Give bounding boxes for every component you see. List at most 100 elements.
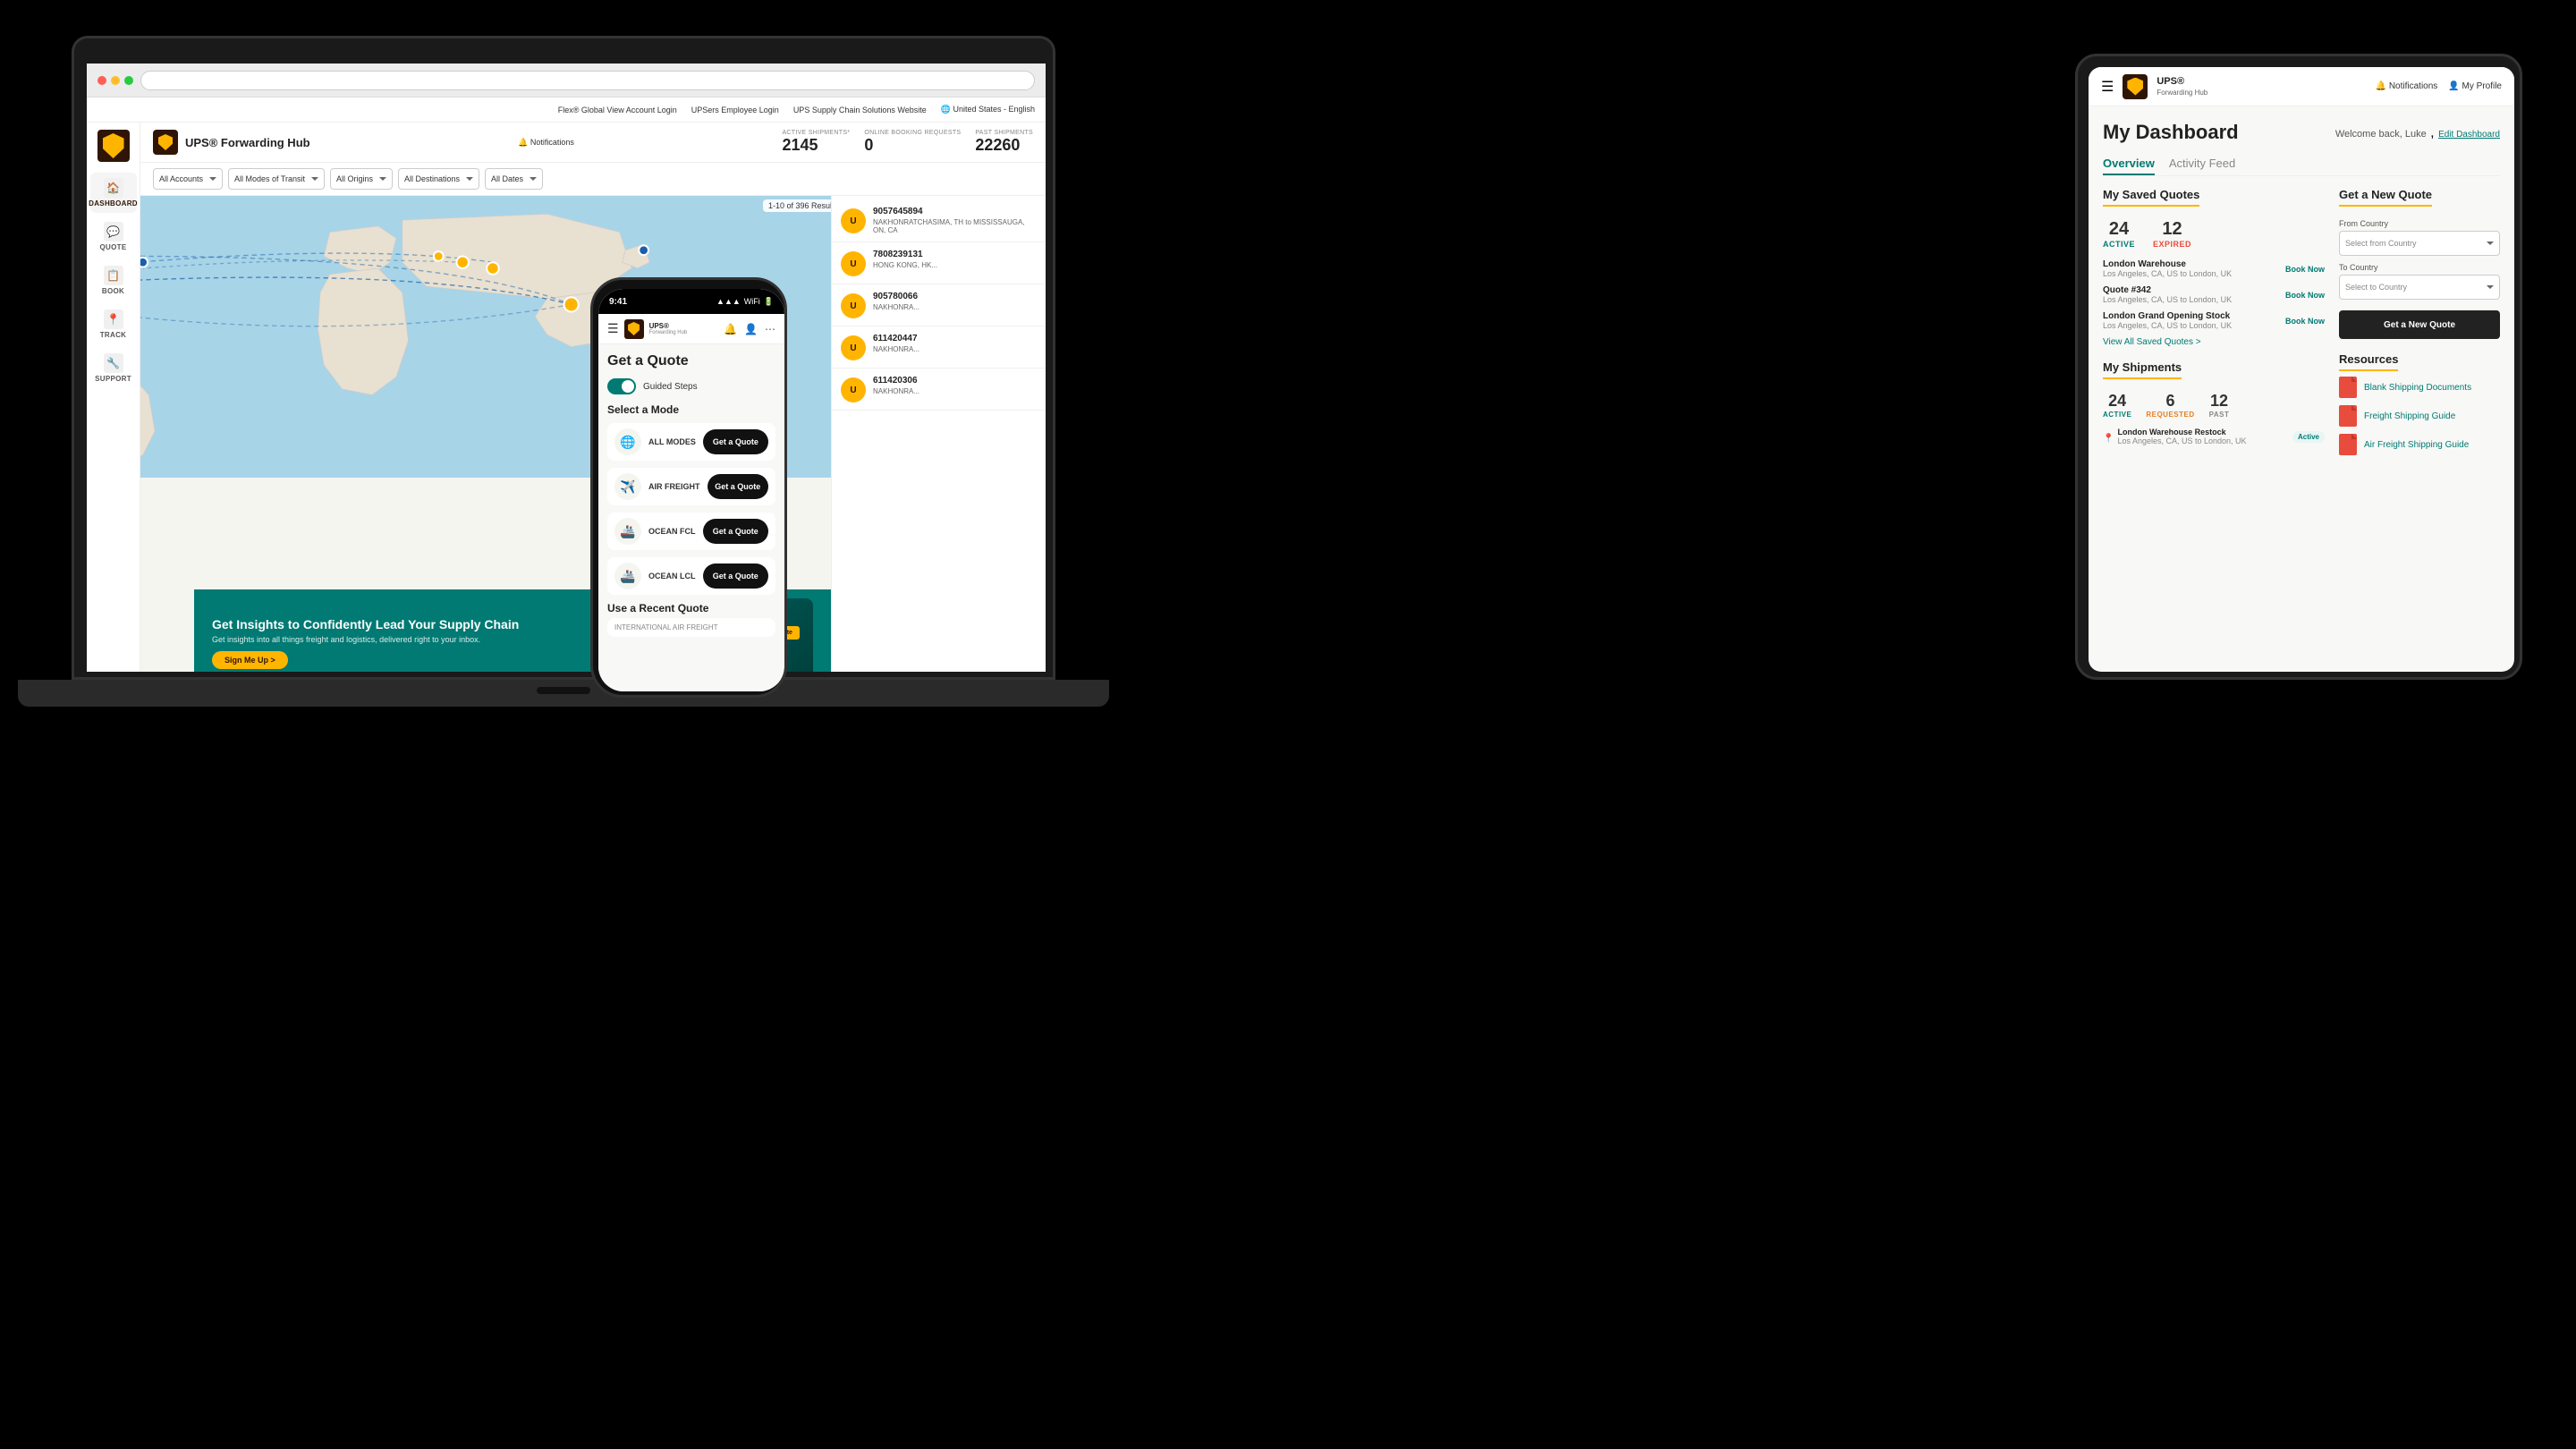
list-item[interactable]: 🚢 OCEAN LCL Get a Quote [607,557,775,595]
active-shipments-value: 2145 [782,136,850,155]
resource-link-3[interactable]: Air Freight Shipping Guide [2364,440,2469,450]
tab-overview[interactable]: Overview [2103,157,2155,175]
shipment-1-name: London Warehouse Restock [2117,428,2246,436]
phone-more-icon[interactable]: ⋯ [765,323,775,335]
laptop-header: UPS® Forwarding Hub 🔔 Notifications ACTI… [140,123,1046,163]
shipment-stats: 24 ACTIVE 6 REQUESTED 12 PAST [2103,392,2325,419]
newsletter-signup-button[interactable]: Sign Me Up > [212,651,288,669]
table-row[interactable]: U 905780066 NAKHONRA... [832,284,1046,326]
laptop-body: Flex® Global View Account Login UPSers E… [72,36,1055,680]
sidebar-quote-label: QUOTE [100,243,127,251]
resource-link-2[interactable]: Freight Shipping Guide [2364,411,2455,421]
list-item[interactable]: 🚢 OCEAN FCL Get a Quote [607,513,775,550]
book-now-link-2[interactable]: Book Now [2285,291,2325,300]
phone-device: 9:41 ▲▲▲ WiFi 🔋 ☰ UPS® Forwarding Hub [590,277,787,698]
list-item[interactable]: 🌐 ALL MODES Get a Quote [607,423,775,461]
supply-chain-link[interactable]: UPS Supply Chain Solutions Website [793,106,927,114]
shipment-dot-2: U [841,251,866,276]
tablet-profile-button[interactable]: 👤 My Profile [2448,81,2502,91]
all-modes-quote-button[interactable]: Get a Quote [703,429,768,454]
active-shipments-tablet-stat: 24 ACTIVE [2103,392,2131,419]
browser-maximize-button[interactable] [124,76,133,85]
table-row[interactable]: U 9057645894 NAKHONRATCHASIMA, TH to MIS… [832,199,1046,242]
guided-steps-label: Guided Steps [643,382,698,392]
tablet-ups-logo[interactable] [2123,74,2148,99]
accounts-filter[interactable]: All Accounts [153,168,223,190]
browser-address-bar[interactable] [140,71,1035,90]
air-freight-quote-button[interactable]: Get a Quote [708,474,769,499]
list-item[interactable]: London Warehouse Los Angeles, CA, US to … [2103,259,2325,278]
shipment-id-3: 905780066 [873,292,1037,301]
laptop-app-title: UPS® Forwarding Hub [185,136,310,149]
list-item[interactable]: ✈️ AIR FREIGHT Get a Quote [607,468,775,505]
shipment-route-5: NAKHONRA... [873,387,1037,395]
get-new-quote-button[interactable]: Get a New Quote [2339,310,2500,339]
signal-icon: ▲▲▲ [716,297,741,306]
shipment-dot-5: U [841,377,866,402]
browser-dots [97,76,133,85]
shipment-id-4: 611420447 [873,334,1037,343]
from-country-select[interactable]: Select from Country [2339,231,2500,256]
active-quotes-stat: 24 ACTIVE [2103,219,2135,249]
shipment-1-info: London Warehouse Restock Los Angeles, CA… [2117,428,2246,445]
shipment-entry-1[interactable]: London Warehouse Restock Los Angeles, CA… [2117,428,2325,445]
origins-filter[interactable]: All Origins [330,168,393,190]
laptop-sidebar: 🏠 DASHBOARD 💬 QUOTE 📋 BOOK 📍 TRACK [87,123,140,672]
modes-filter[interactable]: All Modes of Transit [228,168,325,190]
dates-filter[interactable]: All Dates [485,168,543,190]
destinations-filter[interactable]: All Destinations [398,168,479,190]
ocean-fcl-quote-button[interactable]: Get a Quote [703,519,769,544]
sidebar-item-track[interactable]: 📍 TRACK [90,304,137,344]
view-all-quotes-link[interactable]: View All Saved Quotes > [2103,337,2325,347]
browser-minimize-button[interactable] [111,76,120,85]
resource-link-1[interactable]: Blank Shipping Documents [2364,383,2471,393]
tablet-edit-dashboard-link[interactable]: Edit Dashboard [2438,130,2500,140]
phone-notification-icon[interactable]: 🔔 [724,323,737,335]
phone-ups-logo[interactable] [624,319,644,339]
phone-profile-icon[interactable]: 👤 [744,323,758,335]
sidebar-item-book[interactable]: 📋 BOOK [90,260,137,301]
browser-close-button[interactable] [97,76,106,85]
flex-global-link[interactable]: Flex® Global View Account Login [558,106,677,114]
active-shipments-stat: ACTIVE SHIPMENTS* 2145 [782,130,850,155]
table-row[interactable]: U 611420447 NAKHONRA... [832,326,1046,369]
laptop-notch [537,687,590,694]
quote-item-row-3: London Grand Opening Stock Los Angeles, … [2103,311,2325,330]
phone-menu-icon[interactable]: ☰ [607,321,619,336]
table-row[interactable]: U 7808239131 HONG KONG, HK... [832,242,1046,284]
book-now-link-3[interactable]: Book Now [2285,317,2325,326]
tablet-menu-icon[interactable]: ☰ [2101,78,2114,96]
list-item[interactable]: London Grand Opening Stock Los Angeles, … [2103,311,2325,330]
list-item[interactable]: Freight Shipping Guide [2339,405,2500,427]
past-shipments-stat: PAST SHIPMENTS 22260 [975,130,1033,155]
list-item[interactable]: Air Freight Shipping Guide [2339,434,2500,455]
laptop-filter-bar: All Accounts All Modes of Transit All Or… [140,163,1046,196]
sidebar-item-dashboard[interactable]: 🏠 DASHBOARD [90,173,137,213]
quote-item-3-route: Los Angeles, CA, US to London, UK [2103,321,2232,330]
sidebar-item-quote[interactable]: 💬 QUOTE [90,216,137,257]
past-shipments-tablet-label: PAST [2209,411,2230,419]
sidebar-item-support[interactable]: 🔧 SUPPORT [90,348,137,388]
quote-item-1-name: London Warehouse [2103,259,2232,269]
book-now-link-1[interactable]: Book Now [2285,265,2325,274]
to-country-select[interactable]: Select to Country [2339,275,2500,300]
saved-quotes-title: My Saved Quotes [2103,188,2199,207]
phone-app-name: UPS® [649,322,688,330]
notification-link[interactable]: 🔔 Notifications [518,138,574,148]
header-stats: ACTIVE SHIPMENTS* 2145 ONLINE BOOKING RE… [782,130,1033,155]
past-shipments-label: PAST SHIPMENTS [975,130,1033,136]
shipment-id-1: 9057645894 [873,207,1037,216]
list-item[interactable]: Quote #342 Los Angeles, CA, US to London… [2103,285,2325,304]
ocean-lcl-quote-button[interactable]: Get a Quote [703,564,769,589]
recent-quote-item[interactable]: INTERNATIONAL AIR FREIGHT [607,618,775,637]
ups-logo[interactable] [97,130,130,162]
list-item[interactable]: Blank Shipping Documents [2339,377,2500,398]
guided-steps-toggle[interactable] [607,378,636,394]
tablet-notifications-button[interactable]: 🔔 Notifications [2376,81,2438,91]
tablet-two-col: My Saved Quotes 24 ACTIVE 12 EXPIRED [2103,187,2500,462]
table-row[interactable]: U 611420306 NAKHONRA... [832,369,1046,411]
shipment-info-4: 611420447 NAKHONRA... [873,334,1037,353]
upsers-login-link[interactable]: UPSers Employee Login [691,106,779,114]
region-selector[interactable]: 🌐 United States - English [941,105,1035,114]
tab-activity-feed[interactable]: Activity Feed [2169,157,2235,175]
